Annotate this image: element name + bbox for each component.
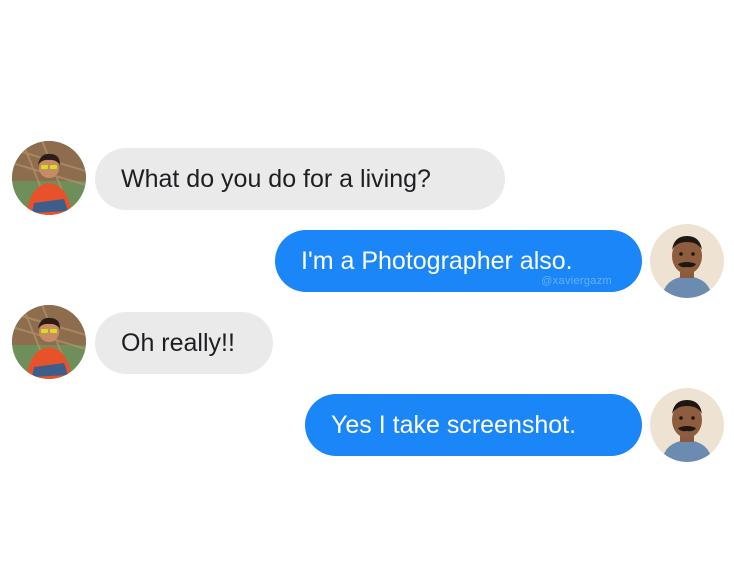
sender-avatar[interactable] — [12, 305, 86, 379]
sender-avatar[interactable] — [12, 141, 86, 215]
middle-aged-man-avatar-icon — [650, 388, 724, 462]
incoming-message-bubble: Oh really!! — [95, 312, 273, 374]
message-text: Yes I take screenshot. — [331, 410, 577, 439]
watermark-text: @xaviergazm — [541, 275, 612, 287]
incoming-message-bubble: What do you do for a living? — [95, 148, 505, 210]
young-man-avatar-icon — [12, 305, 86, 379]
message-text: Oh really!! — [121, 328, 235, 357]
recipient-avatar[interactable] — [650, 224, 724, 298]
outgoing-message-bubble: Yes I take screenshot. — [305, 394, 642, 456]
young-man-avatar-icon — [12, 141, 86, 215]
message-text: What do you do for a living? — [121, 164, 431, 193]
outgoing-message-bubble: I'm a Photographer also. @xaviergazm — [275, 230, 642, 292]
recipient-avatar[interactable] — [650, 388, 724, 462]
middle-aged-man-avatar-icon — [650, 224, 724, 298]
message-text: I'm a Photographer also. — [301, 246, 573, 275]
